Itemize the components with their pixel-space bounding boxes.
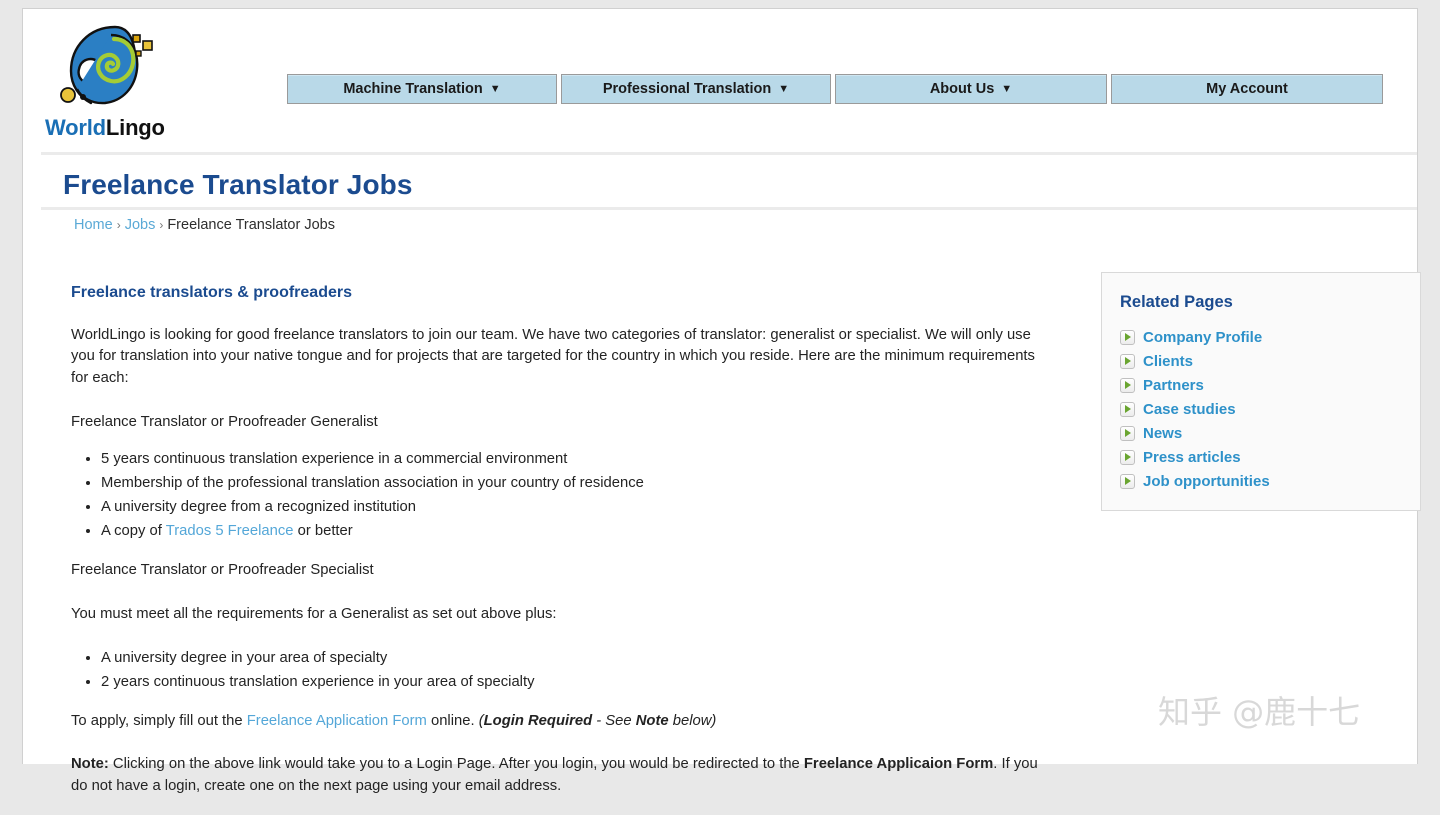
green-arrow-icon xyxy=(1120,425,1135,441)
chevron-down-icon: ▼ xyxy=(778,82,790,95)
page-canvas: WorldLingo Machine Translation ▼ Profess… xyxy=(22,8,1421,794)
watermark: 知乎 @鹿十七 xyxy=(1158,693,1361,731)
freelance-application-form-link[interactable]: Freelance Application Form xyxy=(247,713,427,729)
apply-emphasis: (Login Required - See Note below) xyxy=(479,713,717,729)
green-arrow-icon xyxy=(1120,353,1135,369)
sidebar-item-company-profile[interactable]: Company Profile xyxy=(1120,325,1420,349)
site-logo[interactable]: WorldLingo xyxy=(45,23,185,145)
sidebar-item-label: News xyxy=(1143,424,1183,442)
list-item: A university degree from a recognized in… xyxy=(101,497,1041,519)
green-arrow-icon xyxy=(1120,401,1135,417)
apply-prefix: To apply, simply fill out the xyxy=(71,712,247,729)
login-required-text: Login Required xyxy=(483,712,593,729)
intro-paragraph: WorldLingo is looking for good freelance… xyxy=(71,326,1035,387)
trados-link[interactable]: Trados 5 Freelance xyxy=(166,523,294,539)
nav-item-machine-translation[interactable]: Machine Translation ▼ xyxy=(287,74,557,104)
generalist-requirements-list: 5 years continuous translation experienc… xyxy=(101,449,1041,544)
note-label: Note: xyxy=(71,756,109,773)
worldlingo-head-spiral-logo-icon xyxy=(60,25,153,105)
green-arrow-icon xyxy=(1120,449,1135,465)
logo-word-world: World xyxy=(45,115,106,140)
green-arrow-icon xyxy=(1120,473,1135,489)
list-item-suffix: or better xyxy=(293,523,353,540)
nav-label: My Account xyxy=(1206,81,1288,97)
chevron-down-icon: ▼ xyxy=(489,82,501,95)
sidebar-item-label: Press articles xyxy=(1143,448,1241,466)
content-heading: Freelance translators & proofreaders xyxy=(71,284,352,301)
title-divider xyxy=(41,207,1417,210)
nav-item-my-account[interactable]: My Account xyxy=(1111,74,1383,104)
sidebar-item-clients[interactable]: Clients xyxy=(1120,349,1420,373)
nav-label: About Us xyxy=(929,81,995,97)
specialist-intro: You must meet all the requirements for a… xyxy=(71,605,557,622)
green-arrow-icon xyxy=(1120,377,1135,393)
nav-label: Professional Translation xyxy=(602,81,772,97)
sidebar-item-label: Company Profile xyxy=(1143,328,1263,346)
list-item: A copy of Trados 5 Freelance or better xyxy=(101,521,1041,543)
list-item-prefix: A copy of xyxy=(101,523,166,540)
site-header: WorldLingo Machine Translation ▼ Profess… xyxy=(23,9,1417,155)
sidebar-item-press-articles[interactable]: Press articles xyxy=(1120,445,1420,469)
list-item: 5 years continuous translation experienc… xyxy=(101,449,1041,471)
breadcrumb-link-jobs[interactable]: Jobs xyxy=(125,217,156,233)
breadcrumb-current: Freelance Translator Jobs xyxy=(167,217,335,233)
specialist-requirements-list: A university degree in your area of spec… xyxy=(101,648,1041,694)
sidebar-item-label: Clients xyxy=(1143,352,1194,370)
list-item: Membership of the professional translati… xyxy=(101,473,1041,495)
sidebar-item-job-opportunities[interactable]: Job opportunities xyxy=(1120,469,1420,493)
page-title: Freelance Translator Jobs xyxy=(63,169,413,200)
main-content: Freelance translators & proofreaders Wor… xyxy=(71,281,1041,815)
note-bold-form-name: Freelance Applicaion Form xyxy=(803,756,994,773)
green-arrow-icon xyxy=(1120,329,1135,345)
sidebar-item-news[interactable]: News xyxy=(1120,421,1420,445)
breadcrumb-separator: › xyxy=(116,218,121,232)
sidebar-item-case-studies[interactable]: Case studies xyxy=(1120,397,1420,421)
apply-paragraph: To apply, simply fill out the Freelance … xyxy=(71,711,1041,733)
specialist-heading: Freelance Translator or Proofreader Spec… xyxy=(71,562,374,579)
nav-item-professional-translation[interactable]: Professional Translation ▼ xyxy=(561,74,831,104)
nav-label: Machine Translation xyxy=(343,81,483,97)
generalist-heading: Freelance Translator or Proofreader Gene… xyxy=(71,413,378,430)
related-pages-panel: Related Pages Company Profile Clients Pa… xyxy=(1101,272,1421,511)
logo-word-lingo: Lingo xyxy=(105,115,165,140)
see-text: See xyxy=(605,712,636,729)
breadcrumb-separator: › xyxy=(159,218,164,232)
main-navigation: Machine Translation ▼ Professional Trans… xyxy=(287,74,1383,104)
header-divider xyxy=(41,152,1417,155)
logo-wordmark: WorldLingo xyxy=(45,115,165,141)
below-text: below xyxy=(668,712,712,729)
sidebar-item-partners[interactable]: Partners xyxy=(1120,373,1420,397)
list-item: 2 years continuous translation experienc… xyxy=(101,672,1041,694)
sidebar-item-label: Job opportunities xyxy=(1143,472,1270,490)
sidebar-title: Related Pages xyxy=(1120,293,1233,311)
apply-mid: online. xyxy=(426,712,479,729)
list-item: A university degree in your area of spec… xyxy=(101,648,1041,670)
paren-close: ) xyxy=(711,712,717,729)
breadcrumb-link-home[interactable]: Home xyxy=(74,217,113,233)
note-paragraph: Note: Clicking on the above link would t… xyxy=(71,754,1041,798)
sidebar-item-label: Case studies xyxy=(1143,400,1236,418)
sidebar-item-label: Partners xyxy=(1143,376,1204,394)
apply-dash: - xyxy=(592,712,606,729)
breadcrumb: Home › Jobs › Freelance Translator Jobs xyxy=(74,217,335,233)
note-text-part-1: Clicking on the above link would take yo… xyxy=(108,756,804,773)
chevron-down-icon: ▼ xyxy=(1001,82,1013,95)
nav-item-about-us[interactable]: About Us ▼ xyxy=(835,74,1107,104)
note-word: Note xyxy=(635,712,669,729)
